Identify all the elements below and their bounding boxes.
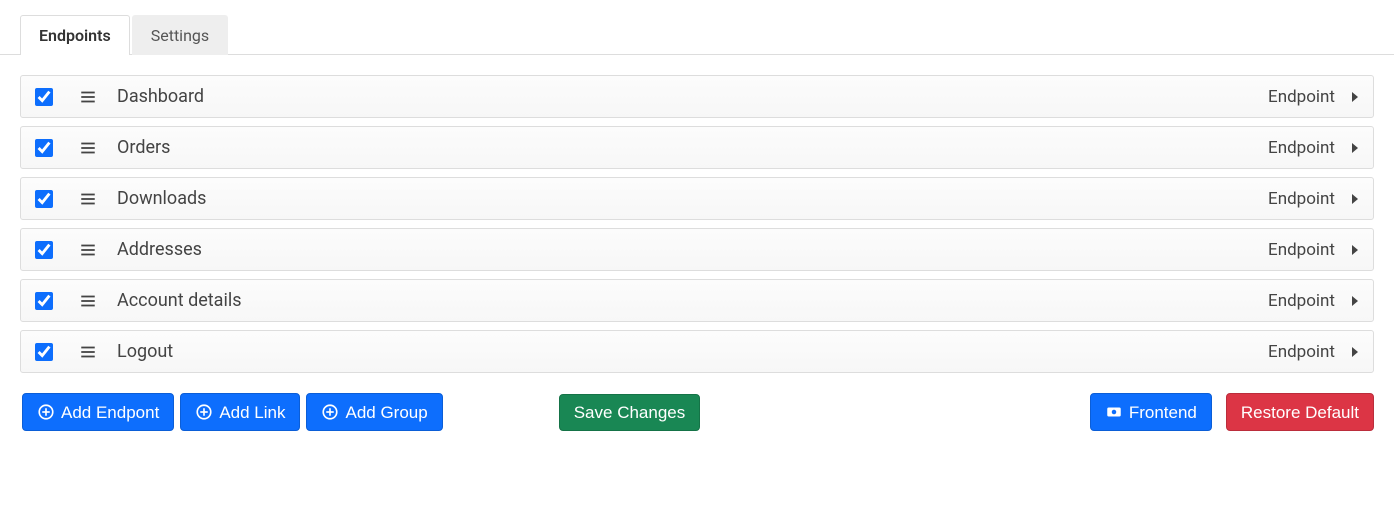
caret-right-icon[interactable] <box>1351 295 1359 307</box>
caret-right-icon[interactable] <box>1351 91 1359 103</box>
row-title: Downloads <box>117 188 1268 209</box>
row-checkbox-wrap <box>35 139 53 157</box>
drag-handle-icon[interactable] <box>79 139 97 157</box>
plus-circle-icon <box>37 403 55 421</box>
button-label: Frontend <box>1129 404 1197 421</box>
footer-actions: Add Endpont Add Link Add Group Save Chan… <box>0 381 1394 461</box>
drag-handle-icon[interactable] <box>79 88 97 106</box>
caret-right-icon[interactable] <box>1351 244 1359 256</box>
row-checkbox-wrap <box>35 190 53 208</box>
tab-endpoints[interactable]: Endpoints <box>20 15 130 55</box>
row-checkbox-wrap <box>35 343 53 361</box>
row-type-label: Endpoint <box>1268 291 1335 311</box>
row-checkbox[interactable] <box>35 190 53 208</box>
endpoint-list: Dashboard Endpoint Orders Endpoint Downl… <box>0 55 1394 373</box>
row-title: Account details <box>117 290 1268 311</box>
row-type-label: Endpoint <box>1268 342 1335 362</box>
row-checkbox[interactable] <box>35 88 53 106</box>
list-item[interactable]: Logout Endpoint <box>20 330 1374 373</box>
row-title: Logout <box>117 341 1268 362</box>
list-item[interactable]: Orders Endpoint <box>20 126 1374 169</box>
row-title: Orders <box>117 137 1268 158</box>
caret-right-icon[interactable] <box>1351 346 1359 358</box>
row-title: Dashboard <box>117 86 1268 107</box>
plus-circle-icon <box>321 403 339 421</box>
button-label: Restore Default <box>1241 404 1359 421</box>
button-label: Add Link <box>219 404 285 421</box>
row-checkbox[interactable] <box>35 139 53 157</box>
row-checkbox-wrap <box>35 292 53 310</box>
footer-right-group: Frontend Restore Default <box>1090 393 1374 431</box>
restore-default-button[interactable]: Restore Default <box>1226 393 1374 431</box>
row-checkbox[interactable] <box>35 241 53 259</box>
drag-handle-icon[interactable] <box>79 241 97 259</box>
tab-bar: Endpoints Settings <box>0 14 1394 55</box>
row-type-label: Endpoint <box>1268 138 1335 158</box>
list-item[interactable]: Account details Endpoint <box>20 279 1374 322</box>
plus-circle-icon <box>195 403 213 421</box>
drag-handle-icon[interactable] <box>79 292 97 310</box>
drag-handle-icon[interactable] <box>79 343 97 361</box>
button-label: Add Endpont <box>61 404 159 421</box>
eye-icon <box>1105 403 1123 421</box>
caret-right-icon[interactable] <box>1351 142 1359 154</box>
footer-left-group: Add Endpont Add Link Add Group <box>22 393 443 431</box>
row-checkbox-wrap <box>35 241 53 259</box>
save-changes-button[interactable]: Save Changes <box>559 394 701 431</box>
add-link-button[interactable]: Add Link <box>180 393 300 431</box>
add-group-button[interactable]: Add Group <box>306 393 442 431</box>
row-type-label: Endpoint <box>1268 240 1335 260</box>
frontend-button[interactable]: Frontend <box>1090 393 1212 431</box>
row-type-label: Endpoint <box>1268 189 1335 209</box>
tab-settings[interactable]: Settings <box>132 15 228 55</box>
caret-right-icon[interactable] <box>1351 193 1359 205</box>
list-item[interactable]: Dashboard Endpoint <box>20 75 1374 118</box>
row-checkbox-wrap <box>35 88 53 106</box>
list-item[interactable]: Addresses Endpoint <box>20 228 1374 271</box>
row-checkbox[interactable] <box>35 292 53 310</box>
add-endpoint-button[interactable]: Add Endpont <box>22 393 174 431</box>
row-type-label: Endpoint <box>1268 87 1335 107</box>
button-label: Save Changes <box>574 404 686 421</box>
button-label: Add Group <box>345 404 427 421</box>
list-item[interactable]: Downloads Endpoint <box>20 177 1374 220</box>
row-checkbox[interactable] <box>35 343 53 361</box>
drag-handle-icon[interactable] <box>79 190 97 208</box>
row-title: Addresses <box>117 239 1268 260</box>
